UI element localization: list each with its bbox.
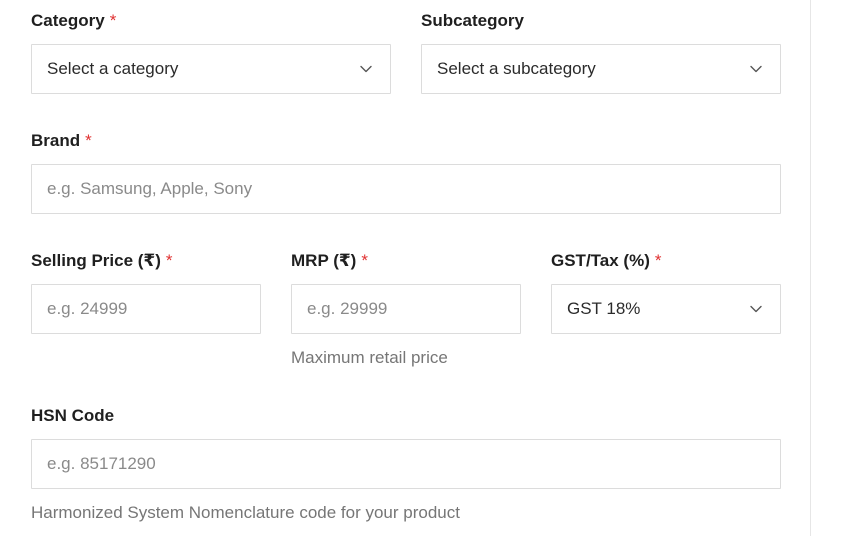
selling-price-input[interactable] <box>47 285 245 333</box>
selling-price-input-box <box>31 284 261 334</box>
subcategory-label: Subcategory <box>421 11 524 30</box>
brand-label: Brand * <box>31 131 92 150</box>
gst-select[interactable]: GST 18% <box>551 284 781 334</box>
hsn-input[interactable] <box>47 440 765 488</box>
required-mark: * <box>361 251 368 270</box>
chevron-down-icon <box>750 65 762 73</box>
hsn-field: HSN Code Harmonized System Nomenclature … <box>31 395 781 530</box>
hsn-help-text: Harmonized System Nomenclature code for … <box>31 503 460 522</box>
mrp-input[interactable] <box>307 285 505 333</box>
subcategory-field: Subcategory Select a subcategory <box>421 0 781 96</box>
mrp-help-text: Maximum retail price <box>291 348 448 367</box>
subcategory-select-value: Select a subcategory <box>437 59 596 78</box>
required-mark: * <box>85 131 92 150</box>
product-form-page: Category * Select a category Subcategory … <box>0 0 863 536</box>
category-field: Category * Select a category <box>31 0 391 96</box>
mrp-field: MRP (₹)* Maximum retail price <box>291 240 521 375</box>
required-mark: * <box>109 11 117 30</box>
brand-field: Brand * <box>31 120 781 216</box>
selling-price-label: Selling Price (₹) * <box>31 251 173 270</box>
subcategory-select[interactable]: Select a subcategory <box>421 44 781 94</box>
panel-divider <box>810 0 811 536</box>
category-select-value: Select a category <box>47 59 179 78</box>
required-mark: * <box>165 251 173 270</box>
brand-input[interactable] <box>47 165 765 213</box>
gst-select-value: GST 18% <box>567 299 641 318</box>
gst-field: GST/Tax (%) * GST 18% <box>551 240 781 336</box>
selling-price-field: Selling Price (₹) * <box>31 240 261 336</box>
chevron-down-icon <box>360 65 372 73</box>
mrp-input-box <box>291 284 521 334</box>
hsn-label: HSN Code <box>31 406 115 425</box>
required-mark: * <box>654 251 662 270</box>
brand-input-box <box>31 164 781 214</box>
hsn-input-box <box>31 439 781 489</box>
mrp-label: MRP (₹) * <box>291 251 368 270</box>
category-label: Category * <box>31 11 117 30</box>
category-select[interactable]: Select a category <box>31 44 391 94</box>
gst-label: GST/Tax (%) * <box>551 251 662 270</box>
chevron-down-icon <box>750 305 762 313</box>
